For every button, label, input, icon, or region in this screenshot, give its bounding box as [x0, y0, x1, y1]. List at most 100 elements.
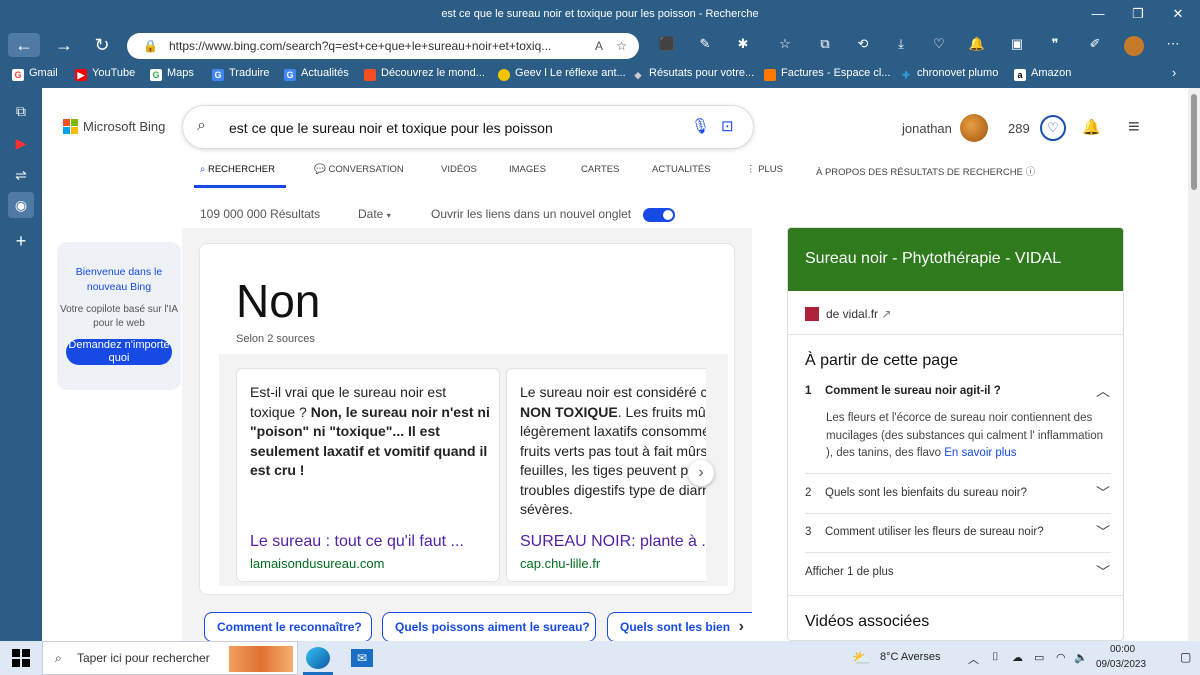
visual-search-icon[interactable]: ⊡ [721, 117, 734, 135]
weather-text[interactable]: 8°C Averses [880, 651, 940, 663]
new-tab-toggle[interactable] [643, 208, 675, 222]
clock-date[interactable]: 09/03/2023 [1096, 659, 1146, 670]
back-icon[interactable]: ← [8, 33, 40, 57]
bookmark-traduire[interactable]: G Traduire [212, 67, 270, 81]
quote-icon[interactable]: ❞ [1044, 36, 1066, 56]
chevron-up-icon[interactable]: ︿ [968, 651, 979, 667]
bookmark-resultats[interactable]: ◆ Résutats pour votre... [632, 67, 755, 81]
source-title[interactable]: Le sureau : tout ce qu'il faut ... [250, 533, 464, 551]
panel-source[interactable]: de vidal.fr ↗ [805, 307, 891, 321]
read-aloud-icon[interactable]: A [595, 33, 603, 59]
faq-item[interactable]: 3 Comment utiliser les fleurs de sureau n… [805, 526, 1044, 538]
bookmark-youtube[interactable]: ▶ YouTube [75, 67, 135, 81]
chevron-down-icon[interactable]: ﹀ [1096, 483, 1110, 503]
speaker-icon[interactable]: 🔈 [1074, 651, 1088, 664]
chevron-up-icon[interactable]: ︿ [1096, 381, 1110, 401]
close-icon[interactable]: ✕ [1158, 6, 1198, 22]
search-box[interactable]: ⌕ est ce que le sureau noir et toxique p… [182, 105, 754, 149]
tab-images[interactable]: IMAGES [509, 164, 546, 175]
show-more-link[interactable]: Afficher 1 de plus [805, 566, 894, 578]
bookmark-geev[interactable]: ● Geev l Le réflexe ant... [498, 67, 626, 81]
puzzle-icon[interactable]: ✱ [732, 36, 754, 56]
avatar[interactable] [960, 114, 988, 142]
windows-start-icon[interactable] [12, 649, 30, 667]
maximize-icon[interactable]: ❐ [1118, 6, 1158, 22]
scrollbar-thumb[interactable] [1191, 94, 1197, 190]
favorites-icon[interactable]: ☆ [774, 36, 796, 56]
health-icon[interactable]: ♡ [928, 36, 950, 56]
chevron-right-icon[interactable]: › [739, 613, 744, 641]
camera-icon[interactable]: ⌷ [992, 651, 999, 664]
download-icon[interactable]: ⤓ [890, 36, 912, 56]
panel-title[interactable]: Sureau noir - Phytothérapie - VIDAL [788, 228, 1123, 291]
profile-avatar-icon[interactable] [1124, 36, 1144, 56]
about-results-link[interactable]: À PROPOS DES RÉSULTATS DE RECHERCHE ⓘ [816, 164, 1035, 178]
bookmark-gmail[interactable]: G Gmail [12, 67, 58, 81]
favorite-star-icon[interactable]: ☆ [616, 33, 627, 59]
suggestion-pill[interactable]: Quels sont les bien › [607, 612, 752, 642]
tab-plus[interactable]: ⋮ PLUS [746, 164, 783, 175]
tab-conversation[interactable]: 💬 CONVERSATION [314, 164, 404, 175]
hamburger-menu-icon[interactable]: ≡ [1128, 116, 1140, 139]
learn-more-link[interactable]: En savoir plus [944, 447, 1016, 459]
forward-icon[interactable]: → [48, 33, 80, 57]
user-name[interactable]: jonathan [902, 121, 952, 136]
date-filter[interactable]: Date ▾ [358, 207, 391, 221]
battery-icon[interactable]: ▭ [1034, 651, 1044, 664]
suggestion-pill[interactable]: Comment le reconnaître? [204, 612, 372, 642]
scrollbar[interactable] [1188, 88, 1200, 641]
bookmark-amazon[interactable]: a Amazon [1014, 67, 1071, 81]
chevron-down-icon[interactable]: ﹀ [1096, 522, 1110, 542]
refresh-icon[interactable]: ↻ [86, 33, 118, 57]
bookmark-maps[interactable]: G Maps [150, 67, 194, 81]
taskbar-search[interactable]: ⌕ Taper ici pour rechercher [42, 641, 298, 675]
bookmark-factures[interactable]: ■ Factures - Espace cl... [764, 67, 890, 81]
wifi-icon[interactable]: ◠ [1056, 651, 1066, 664]
tab-rechercher[interactable]: ⌕ RECHERCHER [200, 164, 275, 175]
address-bar[interactable]: 🔒 https://www.bing.com/search?q=est+ce+q… [127, 33, 639, 59]
rewards-heart-icon[interactable]: ♡ [1040, 115, 1066, 141]
edit-icon[interactable]: ✐ [1084, 36, 1106, 56]
screenshot-icon[interactable]: ▣ [1006, 36, 1028, 56]
source-domain[interactable]: cap.chu-lille.fr [520, 556, 600, 571]
suggestion-pill[interactable]: Quels poissons aiment le sureau? [382, 612, 596, 642]
bing-logo[interactable]: Microsoft Bing [63, 119, 165, 134]
more-icon[interactable]: ⋯ [1162, 36, 1184, 56]
ask-anything-button[interactable]: Demandez n'importe quoi [66, 339, 172, 365]
notification-center-icon[interactable]: ▢ [1180, 650, 1191, 664]
search-tab-icon[interactable]: ◉ [8, 192, 34, 218]
search-input[interactable]: est ce que le sureau noir et toxique pou… [229, 120, 553, 136]
carousel-next-icon[interactable]: › [688, 460, 714, 486]
youtube-icon[interactable]: ▶ [8, 130, 34, 156]
chevron-down-icon[interactable]: ﹀ [1096, 562, 1110, 582]
pen-icon[interactable]: ✎ [694, 36, 716, 56]
microphone-icon[interactable]: 🎙 [691, 117, 710, 135]
source-title[interactable]: SUREAU NOIR: plante à ... [520, 533, 706, 551]
faq-item[interactable]: 1 Comment le sureau noir agit-il ? [805, 385, 1001, 397]
bookmark-actualites[interactable]: G Actualités [284, 67, 349, 81]
tab-actualites[interactable]: ACTUALITÉS [652, 164, 711, 175]
minimize-icon[interactable]: — [1078, 6, 1118, 21]
source-card[interactable]: Le sureau noir est considéré comme NON T… [506, 368, 706, 582]
chevron-right-icon[interactable]: › [1172, 65, 1176, 80]
link-icon[interactable]: ⇌ [8, 162, 34, 188]
bookmark-decouvrez[interactable]: ■ Découvrez le mond... [364, 67, 485, 81]
source-domain[interactable]: lamaisondusureau.com [250, 556, 384, 571]
source-card[interactable]: Est-il vrai que le sureau noir est toxiq… [236, 368, 500, 582]
faq-item[interactable]: 2 Quels sont les bienfaits du sureau noir… [805, 487, 1027, 499]
extension-icon[interactable]: ⬛ [656, 36, 678, 56]
bookmark-chronovet[interactable]: ✚ chronovet plumo [900, 67, 998, 81]
bell-icon[interactable]: 🔔 [1082, 118, 1101, 136]
notification-icon[interactable]: 🔔 [966, 36, 988, 56]
collections-icon[interactable]: ⧉ [814, 36, 836, 56]
cloud-icon[interactable]: ☁ [1012, 651, 1023, 664]
add-icon[interactable]: + [8, 228, 34, 254]
tab-cartes[interactable]: CARTES [581, 164, 619, 175]
tabs-icon[interactable]: ⧉ [8, 98, 34, 124]
rewards-points[interactable]: 289 [1008, 121, 1030, 136]
clock-time[interactable]: 00:00 [1110, 644, 1135, 655]
tab-videos[interactable]: VIDÉOS [441, 164, 477, 175]
history-icon[interactable]: ⟲ [852, 36, 874, 56]
edge-taskbar-icon[interactable] [306, 647, 330, 669]
mail-icon[interactable]: ✉ [351, 649, 373, 667]
